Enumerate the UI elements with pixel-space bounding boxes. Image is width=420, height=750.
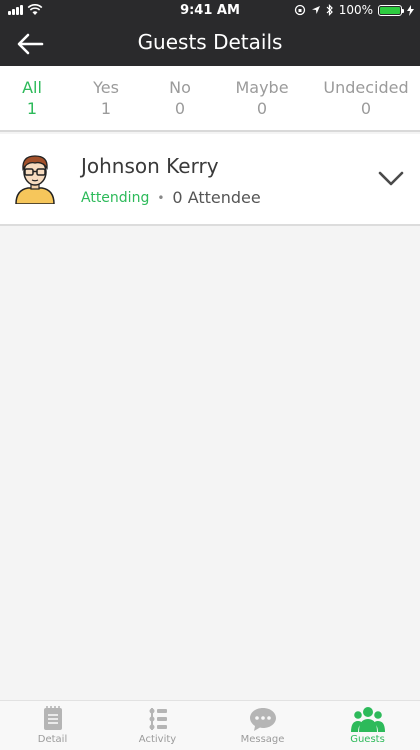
chevron-down-icon[interactable]	[378, 170, 404, 188]
bottom-tab-label: Activity	[138, 734, 177, 745]
bottom-tab-bar: Detail Activity Message Guests	[0, 700, 420, 750]
guest-row[interactable]: Johnson Kerry Attending • 0 Attendee	[0, 134, 420, 226]
tab-count: 0	[360, 99, 372, 118]
document-icon	[43, 706, 62, 730]
group-icon	[350, 707, 385, 732]
chat-bubble-icon	[249, 708, 276, 731]
tab-count: 1	[100, 99, 112, 118]
guest-meta: Attending • 0 Attendee	[81, 188, 261, 207]
bottom-tab-label: Message	[240, 734, 285, 745]
tab-label: No	[169, 78, 191, 97]
bottom-tab-message[interactable]: Message	[210, 701, 315, 750]
separator-dot: •	[157, 190, 165, 205]
bottom-tab-label: Guests	[350, 734, 385, 745]
rsvp-tabs: All 1 Yes 1 No 0 Maybe 0 Undecided 0	[0, 66, 420, 132]
tab-count: 0	[174, 99, 186, 118]
guest-name: Johnson Kerry	[81, 154, 219, 178]
tab-label: Yes	[93, 78, 119, 97]
tab-no[interactable]: No 0	[148, 66, 212, 130]
bottom-tab-label: Detail	[37, 734, 68, 745]
battery-percent: 100%	[338, 3, 373, 17]
status-bar: 9:41 AM 100%	[0, 0, 420, 22]
attendee-count: 0 Attendee	[172, 188, 261, 207]
charging-icon	[407, 4, 414, 16]
page-title: Guests Details	[137, 30, 283, 54]
person-avatar-icon	[15, 155, 55, 204]
bottom-tab-activity[interactable]: Activity	[105, 701, 210, 750]
tab-undecided[interactable]: Undecided 0	[312, 66, 420, 130]
bottom-tab-detail[interactable]: Detail	[0, 701, 105, 750]
battery-icon	[378, 4, 404, 16]
rsvp-status: Attending	[81, 189, 150, 206]
location-icon	[311, 6, 320, 14]
tab-label: Maybe	[235, 78, 289, 97]
orientation-lock-icon	[294, 4, 305, 16]
tab-all[interactable]: All 1	[0, 66, 64, 130]
timeline-icon	[149, 708, 167, 730]
bluetooth-icon	[326, 4, 333, 16]
tab-label: Undecided	[323, 78, 409, 97]
tab-maybe[interactable]: Maybe 0	[212, 66, 312, 130]
header: 9:41 AM 100% Guests Details	[0, 0, 420, 66]
tab-label: All	[22, 78, 42, 97]
nav-bar: Guests Details	[0, 22, 420, 66]
tab-count: 0	[256, 99, 268, 118]
tab-count: 1	[26, 99, 38, 118]
bottom-tab-guests[interactable]: Guests	[315, 701, 420, 750]
tab-yes[interactable]: Yes 1	[64, 66, 148, 130]
